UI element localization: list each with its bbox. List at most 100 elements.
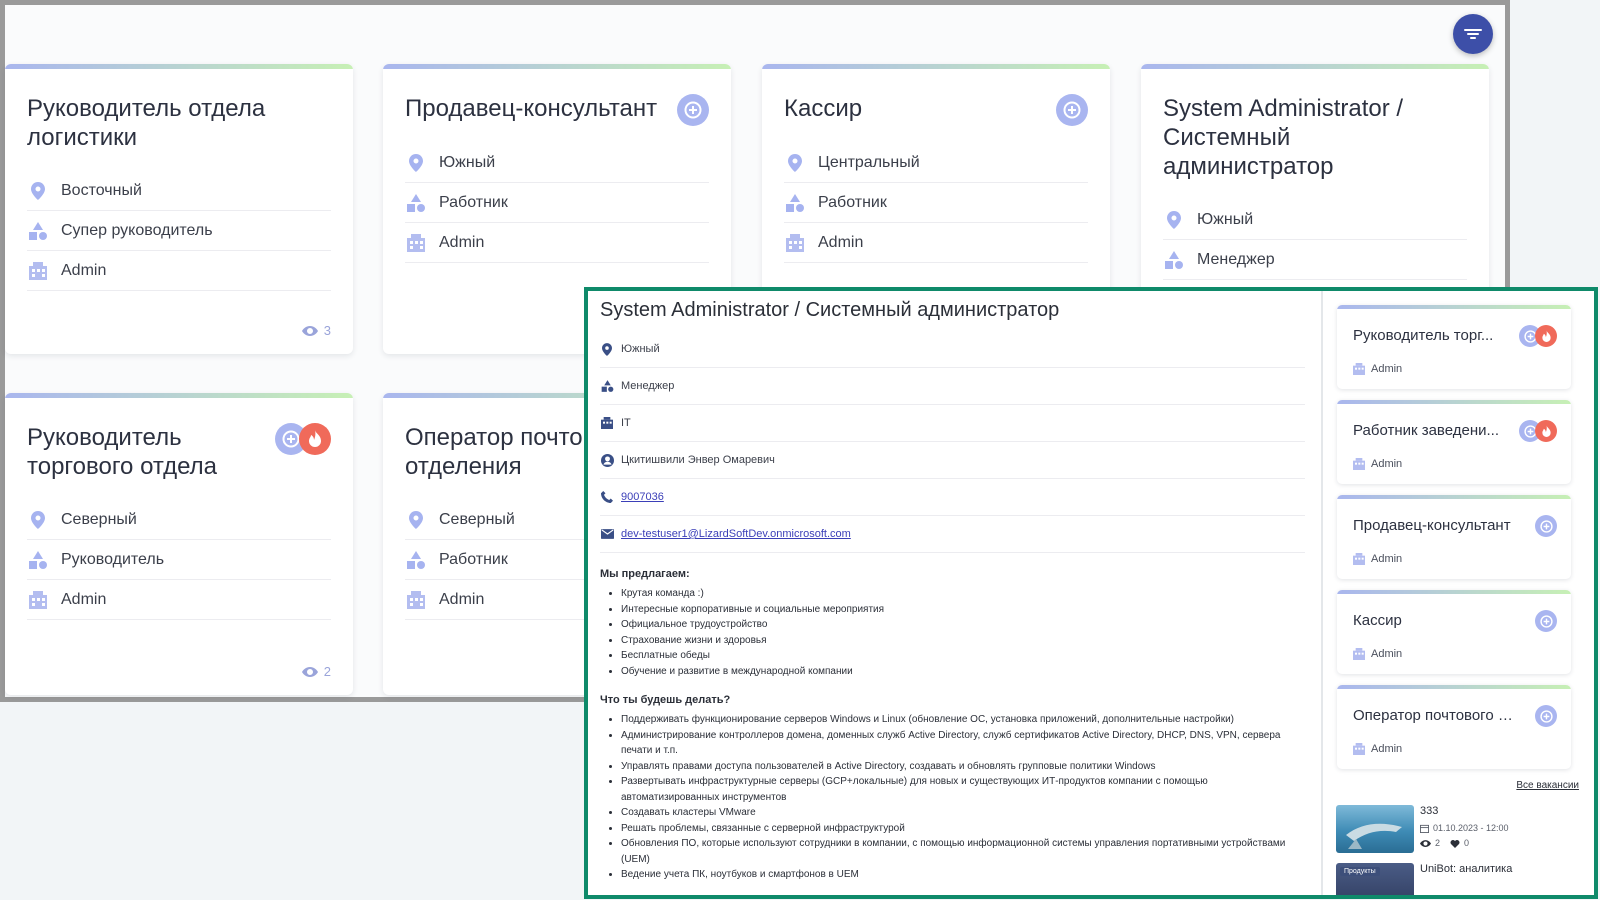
- company-row: Admin: [405, 223, 709, 263]
- shapes-icon: [27, 220, 49, 242]
- vacancy-detail-window: System Administrator / Системный админис…: [584, 287, 1598, 899]
- views-counter: 3: [301, 323, 331, 338]
- location-pin-icon: [405, 509, 427, 531]
- related-sidebar: Руководитель торг... Admin Работник заве…: [1333, 291, 1593, 895]
- shapes-icon: [405, 192, 427, 214]
- shapes-icon: [784, 192, 806, 214]
- vacancy-title: System Administrator / Системный админис…: [1163, 95, 1404, 180]
- list-item: Страхование жизни и здоровья: [621, 633, 1305, 649]
- company-label: Admin: [439, 590, 485, 608]
- shapes-icon: [405, 549, 427, 571]
- related-vacancy-company: Admin: [1353, 553, 1402, 565]
- mail-icon: [600, 527, 614, 541]
- building-icon: [27, 260, 49, 282]
- vacancy-detail: System Administrator / Системный админис…: [588, 291, 1313, 895]
- region-row: Центральный: [784, 143, 1088, 183]
- badges: [1535, 610, 1557, 632]
- badges: [1535, 705, 1557, 727]
- detail-contact-row: Цкитишвили Энвер Омаревич: [600, 442, 1305, 479]
- list-item: Интересные корпоративные и социальные ме…: [621, 602, 1305, 618]
- email-link[interactable]: dev-testuser1@LizardSoftDev.onmicrosoft.…: [621, 528, 851, 540]
- location-pin-icon: [600, 342, 614, 356]
- related-vacancy-card[interactable]: Кассир Admin: [1337, 590, 1571, 674]
- region-label: Южный: [1197, 210, 1254, 228]
- related-vacancy-company: Admin: [1353, 458, 1402, 470]
- related-vacancy-title: Оператор почтового о...: [1353, 707, 1513, 724]
- region-label: Южный: [439, 153, 496, 171]
- add-badge-icon[interactable]: [1535, 610, 1557, 632]
- phone-link[interactable]: 9007036: [621, 491, 664, 503]
- region-row: Восточный: [27, 171, 331, 211]
- badges: [677, 94, 709, 126]
- list-item: Администрирование контроллеров домена, д…: [621, 728, 1305, 759]
- region-label: Северный: [61, 510, 137, 528]
- role-row: Менеджер: [1163, 240, 1467, 280]
- add-badge-icon[interactable]: [1535, 705, 1557, 727]
- fire-badge-icon[interactable]: [1535, 420, 1557, 442]
- list-item: Создавать кластеры VMware: [621, 805, 1305, 821]
- company-label: Admin: [439, 233, 485, 251]
- location-pin-icon: [27, 509, 49, 531]
- role-row: Работник: [784, 183, 1088, 223]
- vacancy-card[interactable]: Руководитель торгового отдела Северный Р…: [5, 393, 353, 695]
- news-tag: Продукты: [1340, 867, 1380, 876]
- detail-phone-row: 9007036: [600, 479, 1305, 516]
- news-title: 333: [1420, 805, 1439, 817]
- related-vacancy-title: Работник заведени...: [1353, 422, 1500, 439]
- role-row: Работник: [405, 183, 709, 223]
- related-vacancy-title: Руководитель торг...: [1353, 327, 1494, 344]
- building-icon: [1353, 363, 1365, 375]
- offer-list: Крутая команда :) Интересные корпоративн…: [600, 586, 1305, 679]
- all-vacancies-link[interactable]: Все вакансии: [1333, 780, 1579, 791]
- badges: [1056, 94, 1088, 126]
- fire-badge-icon[interactable]: [1535, 325, 1557, 347]
- views-counter: 2: [301, 664, 331, 679]
- related-vacancy-card[interactable]: Работник заведени... Admin: [1337, 400, 1571, 484]
- news-item[interactable]: Продукты UniBot: аналитика: [1336, 863, 1593, 895]
- building-icon: [27, 589, 49, 611]
- add-badge-icon[interactable]: [1056, 94, 1088, 126]
- vacancy-card[interactable]: Руководитель отдела логистики Восточный …: [5, 64, 353, 354]
- detail-title: System Administrator / Системный админис…: [600, 299, 1060, 321]
- related-vacancy-company: Admin: [1353, 363, 1402, 375]
- related-vacancy-company: Admin: [1353, 743, 1402, 755]
- list-item: Развертывать инфраструктурные серверы (G…: [621, 774, 1305, 805]
- building-icon: [784, 232, 806, 254]
- add-badge-icon[interactable]: [1535, 515, 1557, 537]
- related-vacancy-card[interactable]: Продавец-консультант Admin: [1337, 495, 1571, 579]
- list-item: Решать проблемы, связанные с серверной и…: [621, 821, 1305, 837]
- role-row: Супер руководитель: [27, 211, 331, 251]
- calendar-icon: [1420, 824, 1429, 833]
- news-thumbnail: Продукты: [1336, 863, 1414, 895]
- list-item: Бесплатные обеды: [621, 648, 1305, 664]
- company-row: Admin: [27, 251, 331, 291]
- role-label: Работник: [439, 550, 508, 568]
- company-row: Admin: [27, 580, 331, 620]
- role-label: Супер руководитель: [61, 221, 213, 239]
- vacancy-title: Кассир: [784, 95, 863, 122]
- shapes-icon: [27, 549, 49, 571]
- badges: [1535, 515, 1557, 537]
- news-stats: 2 0: [1420, 838, 1509, 848]
- news-item[interactable]: 333 01.10.2023 - 12:00 2 0: [1336, 805, 1593, 853]
- shapes-icon: [1163, 249, 1185, 271]
- building-icon: [1353, 553, 1365, 565]
- offer-heading: Мы предлагаем:: [600, 568, 690, 580]
- list-item: Управлять правами доступа пользователей …: [621, 759, 1305, 775]
- detail-region-row: Южный: [600, 331, 1305, 368]
- region-label: Восточный: [61, 181, 142, 199]
- filter-button[interactable]: [1453, 14, 1493, 54]
- region-row: Южный: [405, 143, 709, 183]
- related-vacancy-card[interactable]: Руководитель торг... Admin: [1337, 305, 1571, 389]
- related-vacancy-card[interactable]: Оператор почтового о... Admin: [1337, 685, 1571, 769]
- fire-badge-icon[interactable]: [299, 423, 331, 455]
- role-label: Руководитель: [61, 550, 165, 568]
- vacancy-title: Продавец-консультант: [405, 95, 658, 122]
- detail-email-row: dev-testuser1@LizardSoftDev.onmicrosoft.…: [600, 516, 1305, 553]
- divider: [1321, 291, 1323, 895]
- related-vacancy-title: Кассир: [1353, 612, 1402, 629]
- badges: [1519, 420, 1557, 442]
- list-item: Обновления ПО, которые используют сотруд…: [621, 836, 1305, 867]
- add-badge-icon[interactable]: [677, 94, 709, 126]
- eye-icon: [301, 325, 318, 336]
